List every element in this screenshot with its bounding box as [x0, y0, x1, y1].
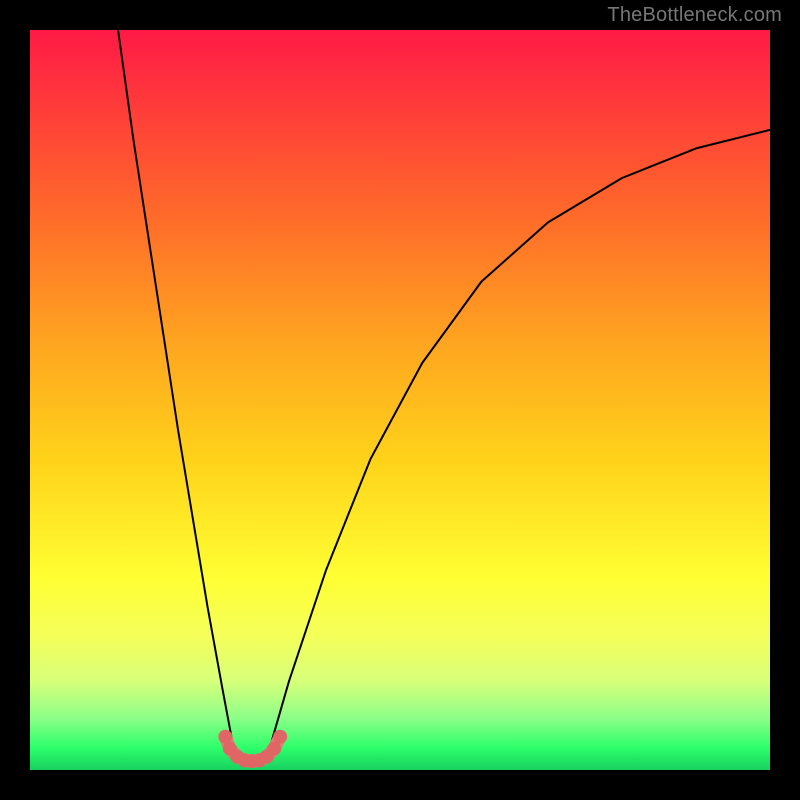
plot-frame [30, 30, 770, 770]
marker-minimum-marker [273, 730, 287, 744]
marker-minimum-marker [267, 742, 281, 756]
chart-stage: TheBottleneck.com [0, 0, 800, 800]
series-group [118, 30, 770, 768]
series-right-branch [270, 130, 770, 748]
series-left-branch [118, 30, 233, 748]
watermark-text: TheBottleneck.com [607, 4, 782, 27]
chart-svg [30, 30, 770, 770]
